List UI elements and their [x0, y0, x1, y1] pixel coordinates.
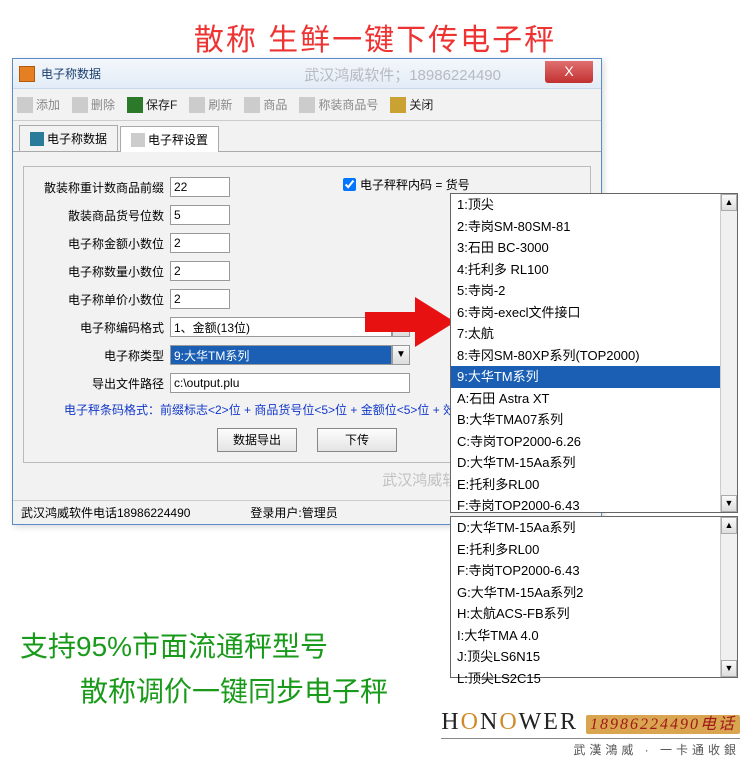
tab-setting[interactable]: 电子秤设置 — [120, 126, 219, 152]
tab-data[interactable]: 电子称数据 — [19, 125, 118, 151]
banner-sync: 散称调价一键同步电子秤 — [80, 670, 388, 710]
dropdown-option[interactable]: A:石田 Astra XT — [451, 388, 737, 410]
logo-subtitle: 武漢鴻威 · 一卡通收銀 — [441, 738, 740, 758]
dropdown-option[interactable]: D:大华TM-15Aa系列 — [451, 517, 737, 539]
dropdown-option[interactable]: 5:寺岗-2 — [451, 280, 737, 302]
price-dec-input[interactable] — [170, 289, 230, 309]
type-label: 电子称类型 — [34, 347, 164, 364]
save-icon — [127, 97, 143, 113]
refresh-icon — [189, 97, 205, 113]
goods-icon — [244, 97, 260, 113]
dropdown-option[interactable]: D:大华TM-15Aa系列 — [451, 452, 737, 474]
prefix-input[interactable] — [170, 177, 230, 197]
banner-top: 散称 生鲜一键下传电子秤 — [0, 0, 750, 67]
dropdown-option[interactable]: J:顶尖LS6N15 — [451, 646, 737, 668]
toolbar-add[interactable]: 添加 — [17, 96, 60, 113]
amount-dec-label: 电子称金额小数位 — [34, 235, 164, 252]
logo-phone: 18986224490电话 — [586, 715, 740, 734]
toolbar-goods[interactable]: 商品 — [244, 96, 287, 113]
dropdown-option[interactable]: 3:石田 BC-3000 — [451, 237, 737, 259]
checkbox-label: 电子秤秤内码 = 货号 — [360, 176, 470, 193]
dropdown-option[interactable]: 9:大华TM系列 — [451, 366, 737, 388]
banner-support: 支持95%市面流通秤型号 — [20, 625, 328, 665]
title-watermark: 武汉鸿威软件；18986224490 — [304, 64, 501, 85]
scroll-up-icon[interactable]: ▲ — [721, 194, 737, 211]
scrollbar[interactable]: ▲ ▼ — [720, 194, 737, 512]
export-button[interactable]: 数据导出 — [217, 428, 297, 452]
dropdown-option[interactable]: 8:寺冈SM-80XP系列(TOP2000) — [451, 345, 737, 367]
setting-icon — [131, 133, 145, 147]
scale-goods-icon — [299, 97, 315, 113]
app-icon — [19, 66, 35, 82]
dropdown-option[interactable]: C:寺岗TOP2000-6.26 — [451, 431, 737, 453]
encode-label: 电子称编码格式 — [34, 319, 164, 336]
dropdown-option[interactable]: G:大华TM-15Aa系列2 — [451, 582, 737, 604]
add-icon — [17, 97, 33, 113]
dropdown-option[interactable]: L:顶尖LS2C15 — [451, 668, 737, 690]
amount-dec-input[interactable] — [170, 233, 230, 253]
scale-type-dropdown: 1:顶尖2:寺岗SM-80SM-813:石田 BC-30004:托利多 RL10… — [450, 193, 738, 513]
titlebar: 电子称数据 武汉鸿威软件；18986224490 X — [13, 59, 601, 89]
qty-dec-input[interactable] — [170, 261, 230, 281]
export-path-input[interactable] — [170, 373, 410, 393]
code-digits-label: 散装商品货号位数 — [34, 207, 164, 224]
dropdown-option[interactable]: E:托利多RL00 — [451, 539, 737, 561]
red-arrow-annotation — [365, 292, 455, 352]
scroll-down-icon[interactable]: ▼ — [721, 495, 737, 512]
scrollbar[interactable]: ▲ ▼ — [720, 517, 737, 677]
scroll-up-icon[interactable]: ▲ — [721, 517, 737, 534]
dropdown-option[interactable]: 1:顶尖 — [451, 194, 737, 216]
dropdown-option[interactable]: 2:寺岗SM-80SM-81 — [451, 216, 737, 238]
dropdown-option[interactable]: 7:太航 — [451, 323, 737, 345]
export-path-label: 导出文件路径 — [34, 375, 164, 392]
dropdown-option[interactable]: 6:寺岗-execl文件接口 — [451, 302, 737, 324]
dropdown-option[interactable]: H:太航ACS-FB系列 — [451, 603, 737, 625]
dropdown-option[interactable]: F:寺岗TOP2000-6.43 — [451, 495, 737, 517]
brand-logo: HONOWER 18986224490电话 武漢鴻威 · 一卡通收銀 — [441, 709, 740, 758]
window-close-button[interactable]: X — [545, 61, 593, 83]
price-dec-label: 电子称单价小数位 — [34, 291, 164, 308]
close-icon — [390, 97, 406, 113]
toolbar-delete[interactable]: 删除 — [72, 96, 115, 113]
toolbar-close[interactable]: 关闭 — [390, 96, 433, 113]
dropdown-option[interactable]: E:托利多RL00 — [451, 474, 737, 496]
tabs: 电子称数据 电子秤设置 — [13, 121, 601, 152]
data-icon — [30, 132, 44, 146]
toolbar: 添加 删除 保存F 刷新 商品 称装商品号 关闭 — [13, 89, 601, 121]
dropdown-option[interactable]: 4:托利多 RL100 — [451, 259, 737, 281]
qty-dec-label: 电子称数量小数位 — [34, 263, 164, 280]
status-user: 登录用户:管理员 — [250, 504, 337, 521]
window-title: 电子称数据 — [41, 65, 101, 82]
prefix-label: 散装称重计数商品前缀 — [34, 179, 164, 196]
toolbar-refresh[interactable]: 刷新 — [189, 96, 232, 113]
dropdown-option[interactable]: F:寺岗TOP2000-6.43 — [451, 560, 737, 582]
scale-type-dropdown-extra: D:大华TM-15Aa系列E:托利多RL00F:寺岗TOP2000-6.43G:… — [450, 516, 738, 678]
internal-code-checkbox-row: 电子秤秤内码 = 货号 — [343, 176, 470, 193]
download-button[interactable]: 下传 — [317, 428, 397, 452]
internal-code-checkbox[interactable] — [343, 178, 356, 191]
toolbar-save[interactable]: 保存F — [127, 96, 177, 113]
scroll-down-icon[interactable]: ▼ — [721, 660, 737, 677]
dropdown-option[interactable]: B:大华TMA07系列 — [451, 409, 737, 431]
toolbar-scale-goods[interactable]: 称装商品号 — [299, 96, 378, 113]
dropdown-option[interactable]: I:大华TMA 4.0 — [451, 625, 737, 647]
status-phone: 武汉鸿威软件电话18986224490 — [21, 504, 190, 521]
code-digits-input[interactable] — [170, 205, 230, 225]
delete-icon — [72, 97, 88, 113]
